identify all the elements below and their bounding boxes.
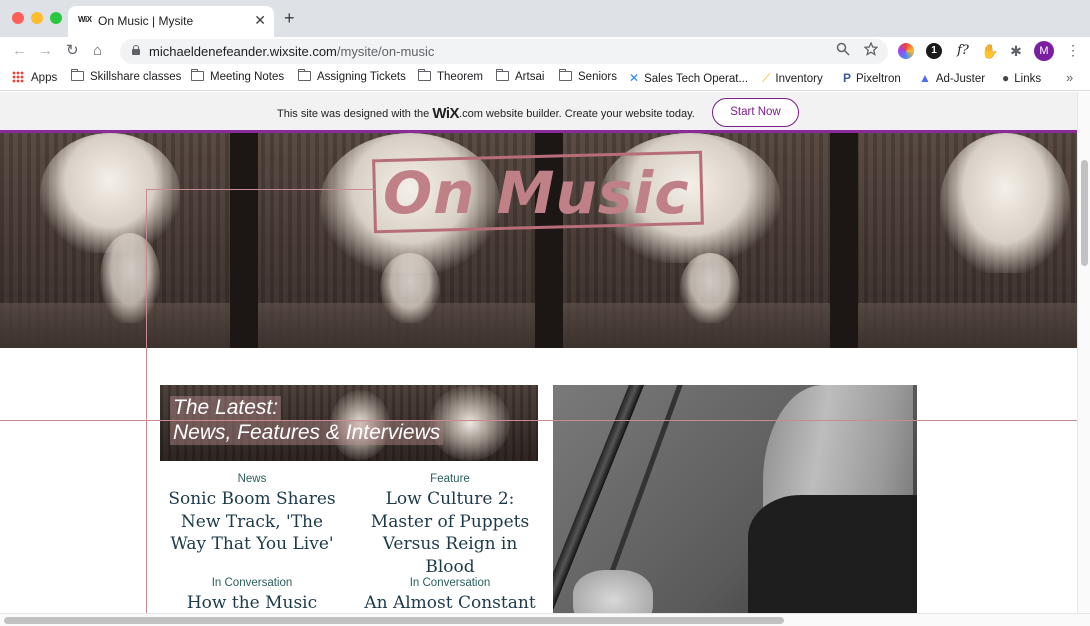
article-headline[interactable]: Sonic Boom Shares New Track, 'The Way Th… [166, 488, 338, 556]
profile-avatar[interactable]: M [1034, 41, 1054, 61]
pixeltron-icon: P [843, 71, 852, 85]
bookmark-pixeltron[interactable]: P Pixeltron [843, 71, 901, 85]
article-headline[interactable]: How the Music [166, 592, 338, 613]
guide-line-vertical [146, 189, 147, 613]
vertical-scroll-thumb[interactable] [1081, 160, 1088, 266]
article-category: News [237, 473, 267, 485]
globe-icon: ● [1002, 71, 1010, 85]
wix-favicon-icon: WiX [78, 15, 92, 24]
bookmark-assigning-tickets[interactable]: Assigning Tickets [298, 69, 406, 83]
more-bookmarks-icon[interactable]: » [1066, 70, 1073, 85]
article-category: In Conversation [409, 577, 491, 589]
browser-tab[interactable]: WiX On Music | Mysite ✕ [68, 6, 274, 37]
back-button[interactable]: ← [12, 42, 27, 60]
bookmark-sales-tech[interactable]: ✕ Sales Tech Operat... [629, 71, 748, 85]
latest-heading: The Latest: [170, 396, 282, 420]
folder-icon [559, 69, 572, 81]
bookmark-star-icon[interactable] [863, 41, 879, 59]
maximize-window-button[interactable] [50, 12, 62, 24]
latest-banner: The Latest: News, Features & Interviews [160, 385, 538, 461]
bookmark-apps[interactable]: Apps [12, 71, 57, 84]
article-category: In Conversation [211, 577, 293, 589]
forward-button[interactable]: → [38, 42, 53, 60]
home-button[interactable]: ⌂ [93, 42, 102, 60]
article-card[interactable]: In Conversation An Almost Constant [360, 577, 540, 613]
page-content: On Music The Latest: News, Features & In… [0, 133, 1077, 613]
url-text[interactable]: michaeldenefeander.wixsite.com/mysite/on… [149, 44, 434, 59]
article-card[interactable]: News Sonic Boom Shares New Track, 'The W… [166, 473, 338, 556]
article-card[interactable]: Feature Low Culture 2: Master of Puppets… [360, 473, 540, 578]
bookmark-artsai[interactable]: Artsai [496, 69, 544, 83]
bookmark-seniors[interactable]: Seniors [559, 69, 617, 83]
close-window-button[interactable] [12, 12, 24, 24]
browser-menu-icon[interactable]: ⋮ [1066, 42, 1080, 59]
article-category: Feature [430, 473, 470, 485]
onepassword-extension-icon[interactable]: 1 [926, 43, 942, 59]
browser-toolbar: ← → ↻ ⌂ michaeldenefeander.wixsite.com/m… [0, 37, 1090, 66]
minimize-window-button[interactable] [31, 12, 43, 24]
bookmark-skillshare[interactable]: Skillshare classes [71, 69, 181, 83]
article-headline[interactable]: An Almost Constant [360, 592, 540, 613]
bookmark-links[interactable]: ● Links [1002, 71, 1041, 85]
latest-subheading: News, Features & Interviews [170, 421, 444, 445]
inventory-icon: ⟋ [762, 71, 771, 85]
horizontal-scroll-thumb[interactable] [4, 617, 784, 624]
bookmark-theorem[interactable]: Theorem [418, 69, 483, 83]
folder-icon [496, 69, 509, 81]
wix-promo-banner: This site was designed with the WiX.com … [0, 92, 1077, 131]
color-extension-icon[interactable] [898, 43, 914, 59]
wix-promo-text: This site was designed with the WiX.com … [277, 105, 695, 122]
extensions-puzzle-icon[interactable]: ✱ [1008, 43, 1024, 59]
tab-title: On Music | Mysite [98, 14, 194, 28]
start-now-button[interactable]: Start Now [712, 98, 799, 127]
apps-grid-icon [12, 71, 24, 83]
browser-titlebar: WiX On Music | Mysite ✕ + [0, 0, 1090, 37]
article-card[interactable]: In Conversation How the Music [166, 577, 338, 613]
wix-logo: WiX [432, 105, 460, 122]
page-title: On Music [383, 159, 690, 227]
new-tab-button[interactable]: + [284, 9, 295, 27]
confluence-icon: ✕ [629, 71, 640, 85]
reload-button[interactable]: ↻ [66, 42, 79, 60]
folder-icon [191, 69, 204, 81]
folder-icon [298, 69, 311, 81]
bookmark-meeting-notes[interactable]: Meeting Notes [191, 69, 284, 83]
zoom-icon[interactable] [836, 42, 850, 59]
guide-line-horizontal [0, 420, 1077, 421]
bookmark-ad-juster[interactable]: ▲ Ad-Juster [919, 71, 985, 85]
article-headline[interactable]: Low Culture 2: Master of Puppets Versus … [360, 488, 540, 578]
bookmark-inventory[interactable]: ⟋ Inventory [762, 71, 823, 86]
close-tab-icon[interactable]: ✕ [254, 12, 266, 29]
bookmarks-bar: Apps Skillshare classes Meeting Notes As… [0, 66, 1090, 91]
guide-line-horizontal [146, 189, 376, 190]
horizontal-scrollbar[interactable] [0, 613, 1090, 626]
folder-icon [71, 69, 84, 81]
hand-extension-icon[interactable]: ✋ [981, 43, 998, 59]
vertical-scrollbar[interactable] [1077, 92, 1090, 613]
address-bar[interactable]: michaeldenefeander.wixsite.com/mysite/on… [120, 39, 888, 64]
lock-icon[interactable] [132, 45, 140, 55]
font-extension-icon[interactable]: f? [953, 43, 973, 59]
adjuster-icon: ▲ [919, 71, 931, 85]
folder-icon [418, 69, 431, 81]
